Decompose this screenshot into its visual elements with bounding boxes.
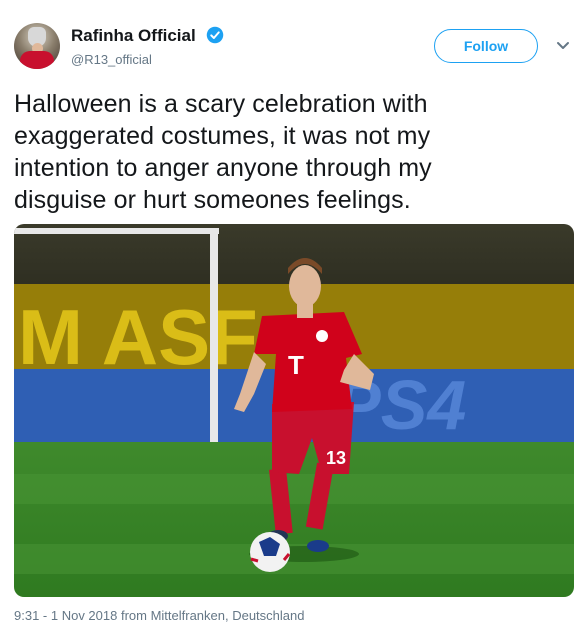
avatar[interactable]: [14, 23, 60, 69]
display-name[interactable]: Rafinha Official: [71, 26, 196, 46]
jersey-number: 13: [326, 448, 346, 468]
svg-text:M ASF: M ASF: [18, 293, 258, 381]
follow-button[interactable]: Follow: [434, 29, 538, 63]
shirt-sponsor-mark: T: [288, 350, 304, 380]
tweet-media-image[interactable]: M ASF PS4 13 T: [14, 224, 574, 597]
tweet-text: Halloween is a scary celebration with ex…: [14, 90, 432, 214]
chevron-down-icon[interactable]: [556, 41, 570, 51]
user-handle[interactable]: @R13_official: [71, 52, 152, 67]
verified-badge-icon: [206, 26, 224, 44]
tweet-timestamp[interactable]: 9:31 - 1 Nov 2018 from Mittelfranken, De…: [14, 608, 304, 623]
avatar-shirt: [20, 51, 54, 69]
